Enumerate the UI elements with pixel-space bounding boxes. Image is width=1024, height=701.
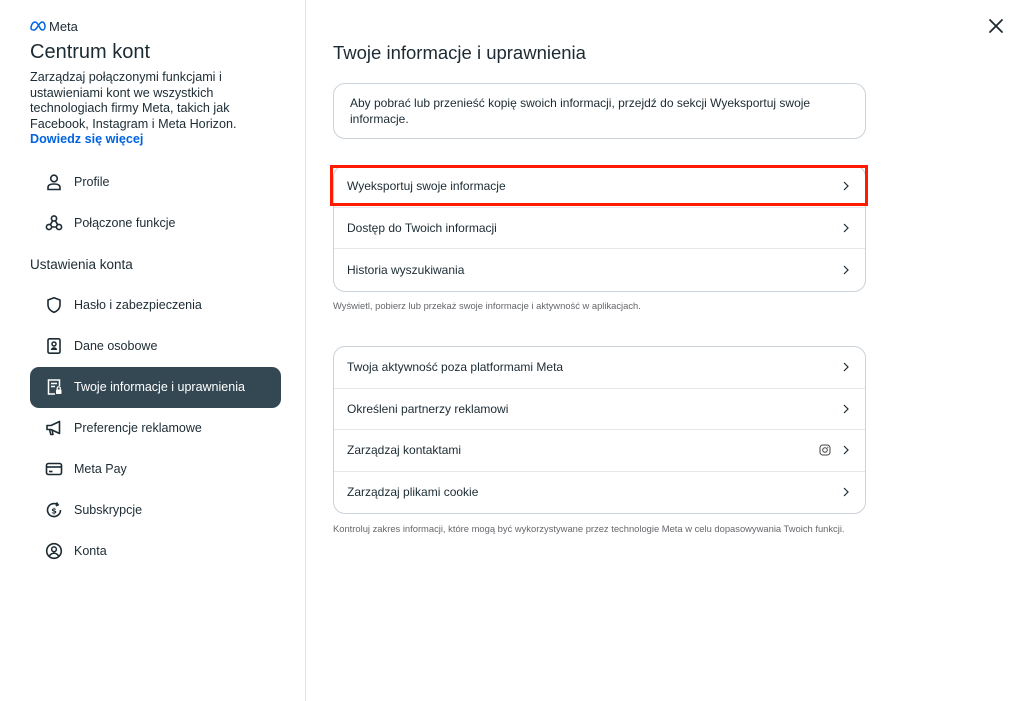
chevron-right-icon <box>843 223 849 233</box>
sidebar-title: Centrum kont <box>30 41 151 63</box>
chevron-right-icon <box>843 265 849 275</box>
section-label-account-settings: Ustawienia konta <box>30 256 133 272</box>
meta-logo: Meta <box>30 18 280 34</box>
sidebar-item-label: Meta Pay <box>74 462 127 476</box>
shield-icon <box>44 295 64 315</box>
account-circle-icon <box>44 541 64 561</box>
sidebar-item-ad-preferences[interactable]: Preferencje reklamowe <box>30 408 281 449</box>
sidebar-item-label: Połączone funkcje <box>74 216 176 230</box>
row-specific-ad-partners[interactable]: Określeni partnerzy reklamowi <box>334 389 865 430</box>
sidebar-item-label: Subskrypcje <box>74 503 143 517</box>
sidebar-item-subscriptions[interactable]: $ Subskrypcje <box>30 490 281 531</box>
meta-infinity-icon <box>30 21 46 31</box>
chevron-right-icon <box>843 445 849 455</box>
page-title: Twoje informacje i uprawnienia <box>333 42 586 63</box>
close-button[interactable] <box>986 16 1006 36</box>
chevron-right-icon <box>843 362 849 372</box>
close-icon <box>989 19 1003 33</box>
sidebar-description-text: Zarządzaj połączonymi funkcjami i ustawi… <box>30 70 237 131</box>
sidebar-item-label: Hasło i zabezpieczenia <box>74 298 202 312</box>
sidebar-item-password-security[interactable]: Hasło i zabezpieczenia <box>30 285 281 326</box>
row-manage-cookies[interactable]: Zarządzaj plikami cookie <box>334 472 865 514</box>
row-off-meta-activity[interactable]: Twoja aktywność poza platformami Meta <box>334 347 865 389</box>
sidebar-item-your-information[interactable]: Twoje informacje i uprawnienia <box>30 366 281 408</box>
row-access-information[interactable]: Dostęp do Twoich informacji <box>334 208 865 249</box>
sidebar-item-personal-details[interactable]: Dane osobowe <box>30 326 281 367</box>
megaphone-icon <box>44 418 64 438</box>
svg-text:$: $ <box>51 506 57 515</box>
instagram-icon <box>819 444 831 456</box>
row-label: Twoja aktywność poza platformami Meta <box>347 360 564 375</box>
sidebar-nav: Profile Połączone funkcje Ustawienia kon… <box>30 162 281 572</box>
id-card-icon <box>44 336 64 356</box>
sidebar-item-profile[interactable]: Profile <box>30 162 281 203</box>
sidebar: Meta Centrum kont Zarządzaj połączonymi … <box>0 0 306 701</box>
sidebar-item-label: Profile <box>74 175 110 189</box>
sidebar-item-label: Preferencje reklamowe <box>74 421 202 435</box>
row-label: Zarządzaj kontaktami <box>347 443 462 458</box>
activity-card: Twoja aktywność poza platformami Meta Ok… <box>333 346 866 514</box>
connected-nodes-icon <box>44 213 64 233</box>
sidebar-item-meta-pay[interactable]: Meta Pay <box>30 449 281 490</box>
chevron-right-icon <box>843 404 849 414</box>
person-icon <box>44 172 64 192</box>
row-label: Określeni partnerzy reklamowi <box>347 401 509 416</box>
sidebar-item-label: Twoje informacje i uprawnienia <box>74 380 245 394</box>
credit-card-icon <box>44 459 64 479</box>
row-manage-contacts[interactable]: Zarządzaj kontaktami <box>334 430 865 472</box>
group1-note: Wyświetl, pobierz lub przekaż swoje info… <box>333 300 641 311</box>
group2-note: Kontroluj zakres informacji, które mogą … <box>333 523 845 534</box>
sidebar-item-connected-experiences[interactable]: Połączone funkcje <box>30 203 281 244</box>
row-search-history[interactable]: Historia wyszukiwania <box>334 249 865 291</box>
sidebar-item-accounts[interactable]: Konta <box>30 531 281 572</box>
sidebar-item-label: Dane osobowe <box>74 339 158 353</box>
highlight-box <box>330 165 868 206</box>
row-label: Historia wyszukiwania <box>347 262 465 277</box>
row-label: Dostęp do Twoich informacji <box>347 220 497 235</box>
learn-more-link[interactable]: Dowiedz się więcej <box>30 132 143 148</box>
meta-logo-text: Meta <box>49 18 78 34</box>
sidebar-item-label: Konta <box>74 544 107 558</box>
row-label: Zarządzaj plikami cookie <box>347 485 479 500</box>
document-lock-icon <box>44 377 64 397</box>
info-box: Aby pobrać lub przenieść kopię swoich in… <box>333 83 866 139</box>
subscription-icon: $ <box>44 500 64 520</box>
chevron-right-icon <box>843 487 849 497</box>
sidebar-description: Zarządzaj połączonymi funkcjami i ustawi… <box>30 70 245 148</box>
